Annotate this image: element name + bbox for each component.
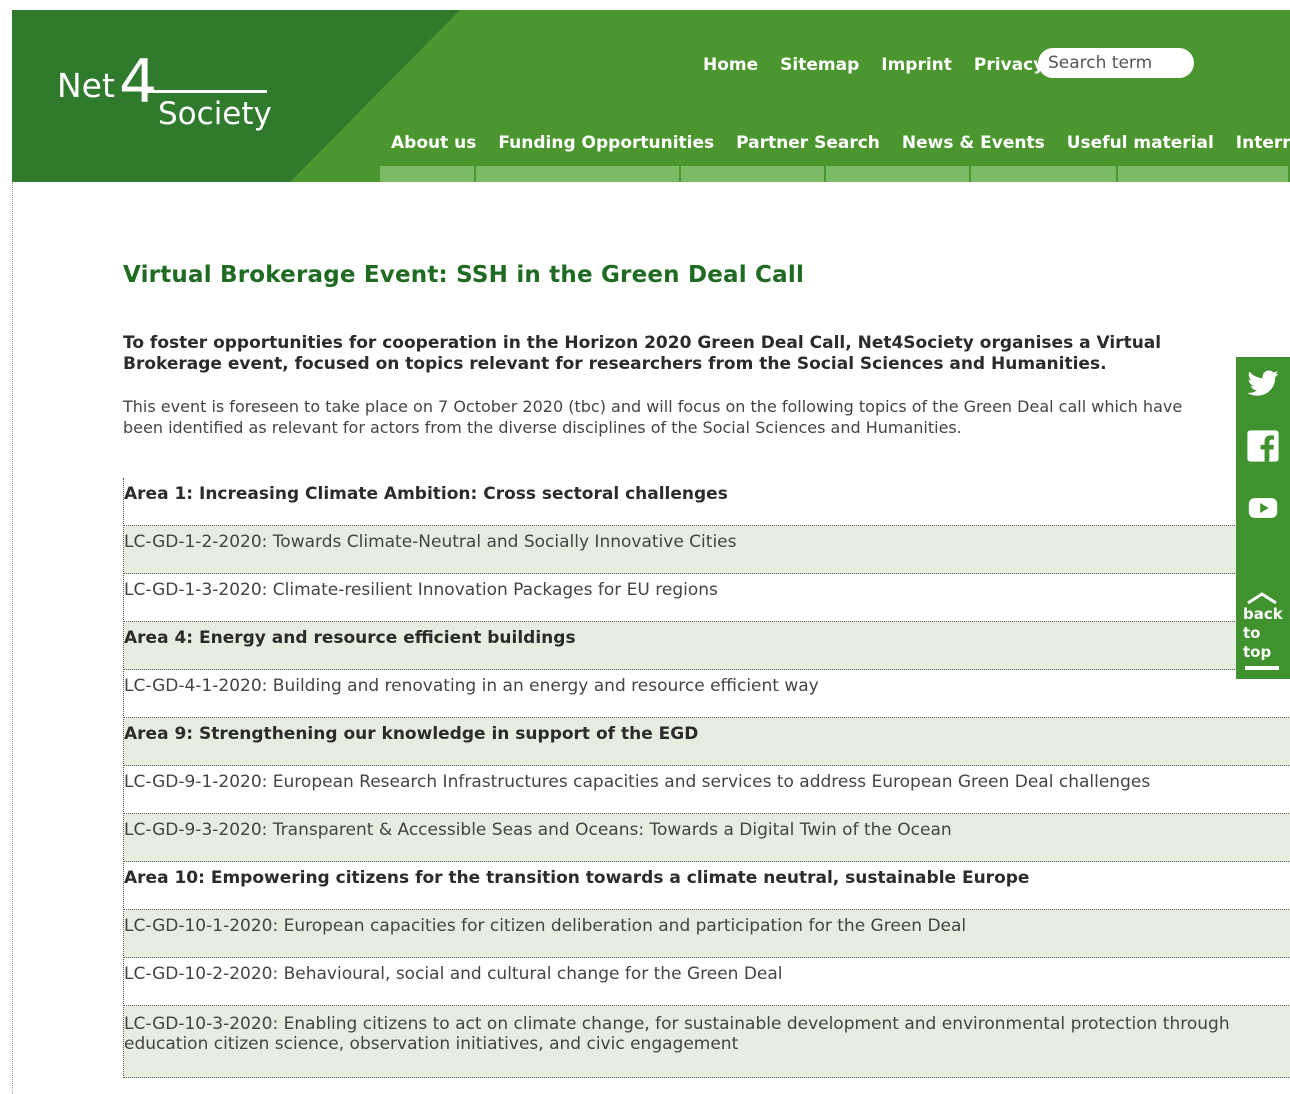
partner-search-link[interactable]: Partner Search: [736, 133, 880, 153]
search-input[interactable]: [1038, 48, 1194, 78]
table-row: LC-GD-4-1-2020: Building and renovating …: [124, 670, 1290, 718]
nav-imprint-link[interactable]: Imprint: [870, 54, 963, 76]
table-row: LC-GD-1-2-2020: Towards Climate-Neutral …: [124, 526, 1290, 574]
table-row: Area 1: Increasing Climate Ambition: Cro…: [124, 478, 1290, 526]
table-row: Area 9: Strengthening our knowledge in s…: [124, 718, 1290, 766]
nav-underline-bars: [380, 166, 1288, 182]
table-row: LC-GD-1-3-2020: Climate-resilient Innova…: [124, 574, 1290, 622]
table-row: LC-GD-10-3-2020: Enabling citizens to ac…: [124, 1006, 1290, 1078]
intro-lead: To foster opportunities for cooperation …: [123, 333, 1162, 374]
twitter-icon[interactable]: [1246, 367, 1280, 401]
nav-bar: [380, 166, 474, 182]
logo-four-text: 4: [119, 47, 158, 117]
back-to-top-label: back to top: [1243, 605, 1283, 661]
internal-website-link[interactable]: Internal website: [1236, 133, 1290, 153]
nav-bar: [971, 166, 1116, 182]
useful-material-link[interactable]: Useful material: [1067, 133, 1214, 153]
facebook-icon[interactable]: [1246, 429, 1280, 463]
topics-table: Area 1: Increasing Climate Ambition: Cro…: [123, 478, 1290, 1078]
nav-bar: [476, 166, 679, 182]
table-row: LC-GD-10-2-2020: Behavioural, social and…: [124, 958, 1290, 1006]
nav-bar: [826, 166, 969, 182]
main-nav-item-about: About us: [380, 132, 487, 154]
table-row: LC-GD-9-1-2020: European Research Infras…: [124, 766, 1290, 814]
nav-bar: [681, 166, 824, 182]
main-nav-item-funding: Funding Opportunities: [487, 132, 725, 154]
main-nav-item-news: News & Events: [891, 132, 1056, 154]
page-left-border: [12, 180, 13, 1094]
youtube-icon[interactable]: [1246, 491, 1280, 525]
funding-opportunities-link[interactable]: Funding Opportunities: [498, 133, 714, 153]
main-nav-item-useful: Useful material: [1056, 132, 1225, 154]
back-to-top-button[interactable]: back to top: [1236, 589, 1290, 675]
table-row: Area 4: Energy and resource efficient bu…: [124, 622, 1290, 670]
intro-body: This event is foreseen to take place on …: [123, 397, 1183, 437]
table-row: LC-GD-9-3-2020: Transparent & Accessible…: [124, 814, 1290, 862]
table-row: LC-GD-10-1-2020: European capacities for…: [124, 910, 1290, 958]
site-header: Net 4 Society Home Sitemap Imprint Priva…: [12, 10, 1290, 182]
chevron-up-icon: [1247, 592, 1277, 605]
table-row: Area 10: Empowering citizens for the tra…: [124, 862, 1290, 910]
social-sidebar: back to top: [1236, 357, 1290, 679]
main-nav-item-internal: Internal website: [1225, 132, 1290, 154]
logo-society-text: Society: [158, 96, 272, 132]
nav-bar: [1118, 166, 1288, 182]
logo-rule: [147, 90, 267, 93]
main-nav: About us Funding Opportunities Partner S…: [380, 132, 1290, 154]
news-events-link[interactable]: News & Events: [902, 133, 1045, 153]
nav-sitemap-link[interactable]: Sitemap: [769, 54, 870, 76]
nav-home-link[interactable]: Home: [692, 54, 769, 76]
page-title: Virtual Brokerage Event: SSH in the Gree…: [123, 262, 805, 288]
logo-net-text: Net: [57, 66, 115, 105]
about-us-link[interactable]: About us: [391, 133, 476, 153]
net4society-logo[interactable]: Net 4 Society: [57, 52, 287, 146]
utility-nav: Home Sitemap Imprint Privacy: [692, 54, 1055, 76]
back-to-top-bar: [1245, 666, 1279, 670]
main-nav-item-partner: Partner Search: [725, 132, 891, 154]
